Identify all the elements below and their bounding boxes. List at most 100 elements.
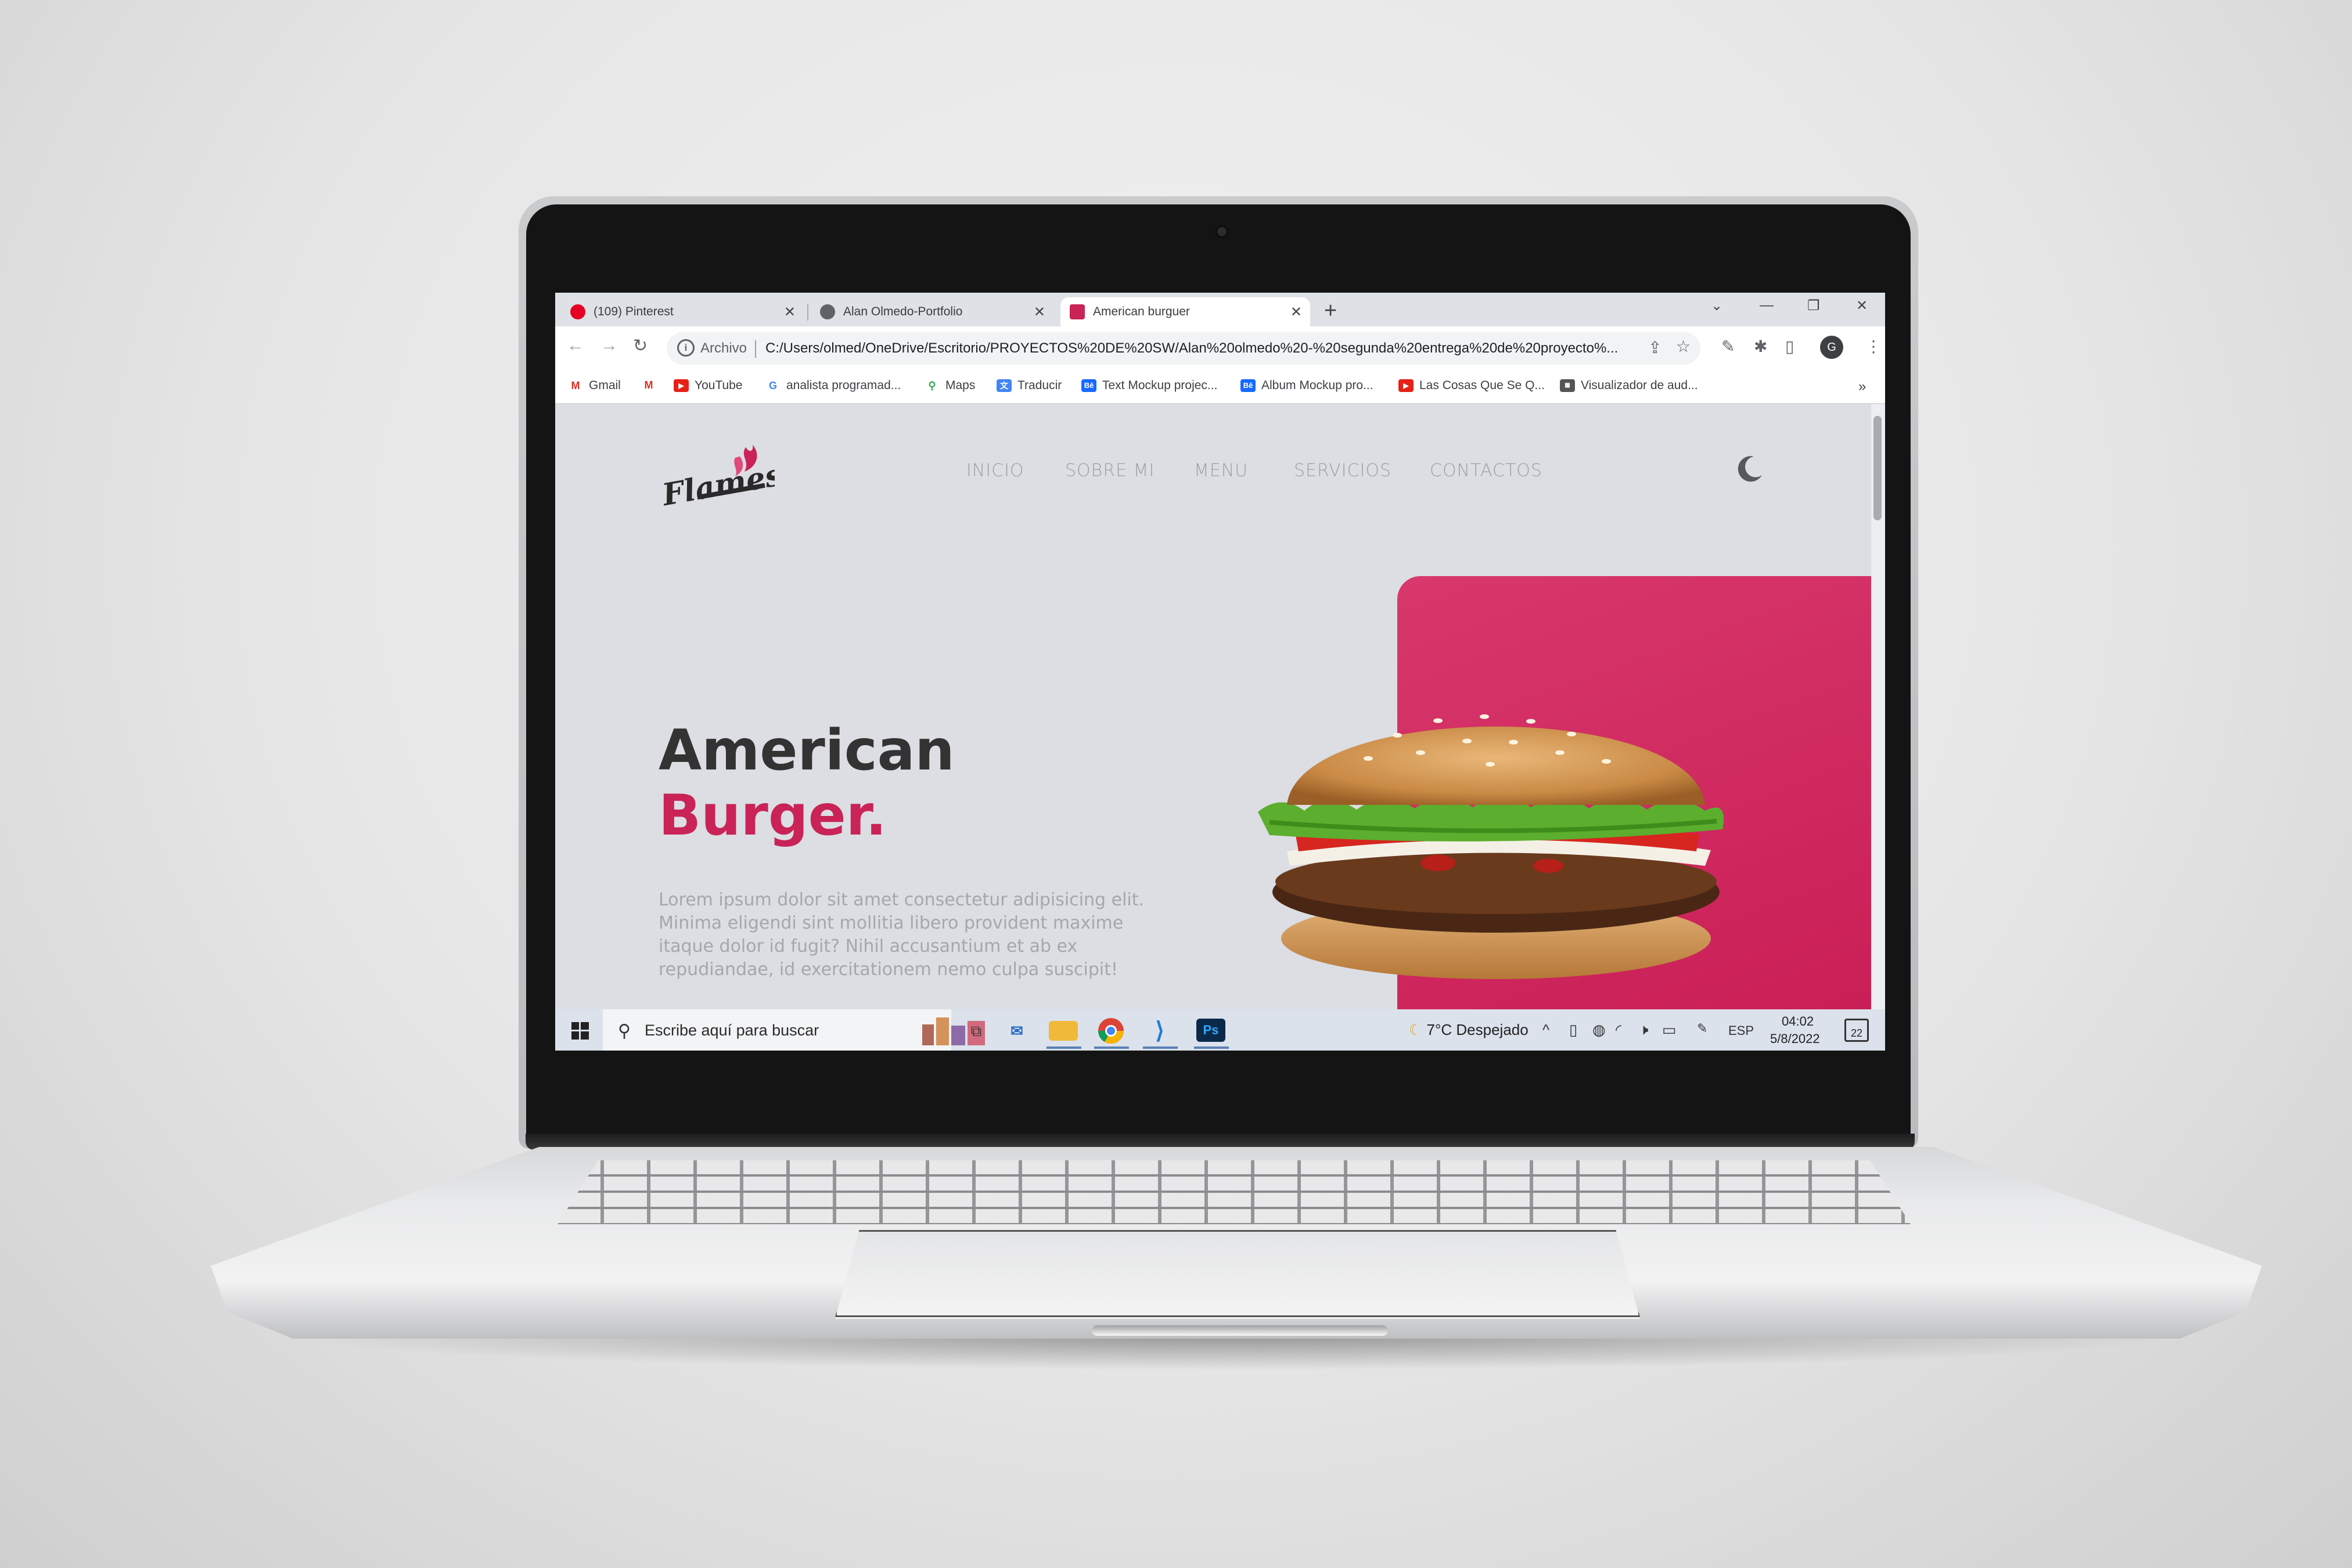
keyboard-rows: [558, 1160, 1911, 1224]
tab-portfolio[interactable]: Alan Olmedo-Portfolio ✕: [811, 297, 1053, 326]
mail-icon[interactable]: ✉: [1002, 1016, 1031, 1045]
language-indicator[interactable]: ESP: [1728, 1023, 1754, 1038]
info-icon[interactable]: i: [677, 339, 695, 357]
scrollbar-thumb[interactable]: [1873, 416, 1882, 520]
bookmark-label: Text Mockup projec...: [1102, 379, 1218, 392]
burger-image: [1258, 714, 1724, 979]
site-icon: ▦: [1560, 379, 1575, 392]
profile-avatar[interactable]: G: [1820, 336, 1843, 359]
windows-start-icon[interactable]: [571, 1022, 589, 1040]
browser-toolbar: ← → ↻ i Archivo C:/Users/olmed/OneDrive/…: [555, 326, 1885, 371]
pinterest-icon: [570, 304, 585, 319]
bookmark-gmail[interactable]: M Gmail: [568, 379, 621, 393]
bookmark-label: Visualizador de aud...: [1581, 379, 1698, 392]
chrome-icon[interactable]: [1096, 1016, 1125, 1045]
security-label: Archivo: [700, 340, 747, 356]
file-explorer-icon[interactable]: [1049, 1021, 1078, 1041]
web-page: Flames INICIO SOBRE MI MENU SERVICIOS CO…: [555, 404, 1885, 1009]
tab-separator: [807, 304, 808, 321]
bookmark-maps[interactable]: ⚲ Maps: [925, 379, 975, 393]
address-divider: [755, 340, 756, 358]
maps-icon: ⚲: [928, 380, 936, 391]
weather-widget[interactable]: ☾ 7°C Despejado: [1409, 1021, 1529, 1039]
active-app-indicator: [1094, 1046, 1129, 1049]
tab-american-burguer[interactable]: American burguer ✕: [1060, 297, 1310, 326]
tab-label: American burguer: [1093, 305, 1190, 318]
volume-icon[interactable]: 🕨: [1639, 1021, 1648, 1040]
nav-contactos[interactable]: CONTACTOS: [1430, 461, 1542, 481]
close-icon[interactable]: ✕: [1034, 304, 1045, 321]
search-placeholder: Escribe aquí para buscar: [645, 1022, 819, 1039]
tab-pinterest[interactable]: (109) Pinterest ✕: [561, 297, 804, 326]
bookmark-label: YouTube: [695, 379, 743, 392]
tray-chevron-icon[interactable]: ^: [1542, 1021, 1549, 1039]
bookmark-label: Maps: [945, 379, 976, 392]
search-icon: ⚲: [618, 1022, 631, 1041]
nav-sobre-mi[interactable]: SOBRE MI: [1065, 461, 1155, 481]
address-bar[interactable]: i Archivo C:/Users/olmed/OneDrive/Escrit…: [667, 332, 1700, 365]
bookmark-label: Gmail: [589, 379, 621, 392]
nav-menu[interactable]: MENU: [1194, 461, 1248, 481]
share-icon[interactable]: ⇪: [1648, 338, 1661, 357]
scrollbar[interactable]: [1871, 404, 1885, 1009]
clock-time[interactable]: 04:02: [1782, 1014, 1814, 1029]
bookmark-traducir[interactable]: 文 Traducir: [997, 379, 1062, 393]
pen-icon[interactable]: ✎: [1697, 1021, 1707, 1036]
vscode-icon[interactable]: ⟩: [1145, 1016, 1174, 1045]
tab-label: (109) Pinterest: [594, 305, 674, 318]
task-view-icon[interactable]: ⧉: [962, 1016, 991, 1045]
laptop-screen: (109) Pinterest ✕ Alan Olmedo-Portfolio …: [555, 293, 1885, 1051]
close-icon[interactable]: ✕: [1290, 304, 1302, 321]
hero-title-line-2: Burger.: [659, 783, 887, 848]
minimize-button[interactable]: —: [1760, 297, 1774, 314]
close-icon[interactable]: ✕: [784, 304, 796, 321]
tab-label: Alan Olmedo-Portfolio: [843, 305, 963, 318]
google-icon: G: [768, 380, 777, 391]
bookmark-star-icon[interactable]: ☆: [1676, 337, 1691, 356]
flames-icon: [1070, 304, 1085, 319]
close-window-button[interactable]: ✕: [1856, 297, 1868, 314]
bookmark-visualizador[interactable]: ▦ Visualizador de aud...: [1560, 379, 1698, 393]
photoshop-icon[interactable]: Ps: [1196, 1019, 1225, 1042]
nav-inicio[interactable]: INICIO: [966, 461, 1024, 481]
gmail-icon: M: [644, 379, 653, 391]
forward-icon[interactable]: →: [600, 336, 618, 355]
webcam: [1215, 225, 1228, 238]
nav-servicios[interactable]: SERVICIOS: [1294, 461, 1391, 481]
bookmark-las-cosas[interactable]: ▶ Las Cosas Que Se Q...: [1398, 379, 1545, 393]
behance-icon: Bē: [1240, 379, 1256, 392]
active-app-indicator: [1046, 1046, 1081, 1049]
weather-text: 7°C Despejado: [1426, 1021, 1529, 1038]
tray-app-icon[interactable]: ▯: [1569, 1021, 1577, 1039]
bookmark-text-mockup[interactable]: Bē Text Mockup projec...: [1081, 379, 1217, 393]
new-tab-button[interactable]: +: [1324, 299, 1337, 323]
bookmark-album-mockup[interactable]: Bē Album Mockup pro...: [1240, 379, 1373, 393]
active-app-indicator: [1143, 1046, 1178, 1049]
url-text[interactable]: C:/Users/olmed/OneDrive/Escritorio/PROYE…: [765, 340, 1618, 357]
bookmark-google[interactable]: G analista programad...: [765, 379, 901, 393]
battery-icon[interactable]: ▭: [1662, 1021, 1677, 1039]
side-panel-icon[interactable]: ▯: [1785, 337, 1794, 356]
notification-center-icon[interactable]: 22: [1844, 1019, 1869, 1042]
bookmark-gmail-2[interactable]: M: [641, 379, 662, 391]
moon-weather-icon: ☾: [1409, 1021, 1423, 1038]
security-icon[interactable]: ◍: [1592, 1021, 1606, 1039]
active-app-indicator: [1194, 1046, 1229, 1049]
extensions-icon[interactable]: ✱: [1754, 337, 1767, 356]
browser-tab-bar: (109) Pinterest ✕ Alan Olmedo-Portfolio …: [555, 293, 1885, 326]
eyedropper-icon[interactable]: ✎: [1721, 337, 1735, 356]
restore-button[interactable]: ❐: [1807, 297, 1820, 314]
laptop-shadow: [290, 1336, 2184, 1371]
bookmark-youtube[interactable]: ▶ YouTube: [674, 379, 743, 393]
taskbar-search[interactable]: ⚲ Escribe aquí para buscar: [603, 1009, 985, 1051]
hero-description: Lorem ipsum dolor sit amet consectetur a…: [659, 890, 1145, 980]
tab-search-icon[interactable]: ⌄: [1711, 297, 1722, 314]
menu-kebab-icon[interactable]: ⋮: [1865, 337, 1882, 356]
back-icon[interactable]: ←: [567, 336, 584, 355]
dark-mode-moon-icon[interactable]: [1734, 453, 1765, 484]
wifi-icon[interactable]: ◜: [1616, 1021, 1621, 1039]
flames-logo[interactable]: Flames: [659, 434, 775, 516]
reload-icon[interactable]: ↻: [633, 336, 648, 356]
bookmarks-overflow-button[interactable]: »: [1858, 379, 1866, 395]
clock-date[interactable]: 5/8/2022: [1770, 1031, 1820, 1046]
